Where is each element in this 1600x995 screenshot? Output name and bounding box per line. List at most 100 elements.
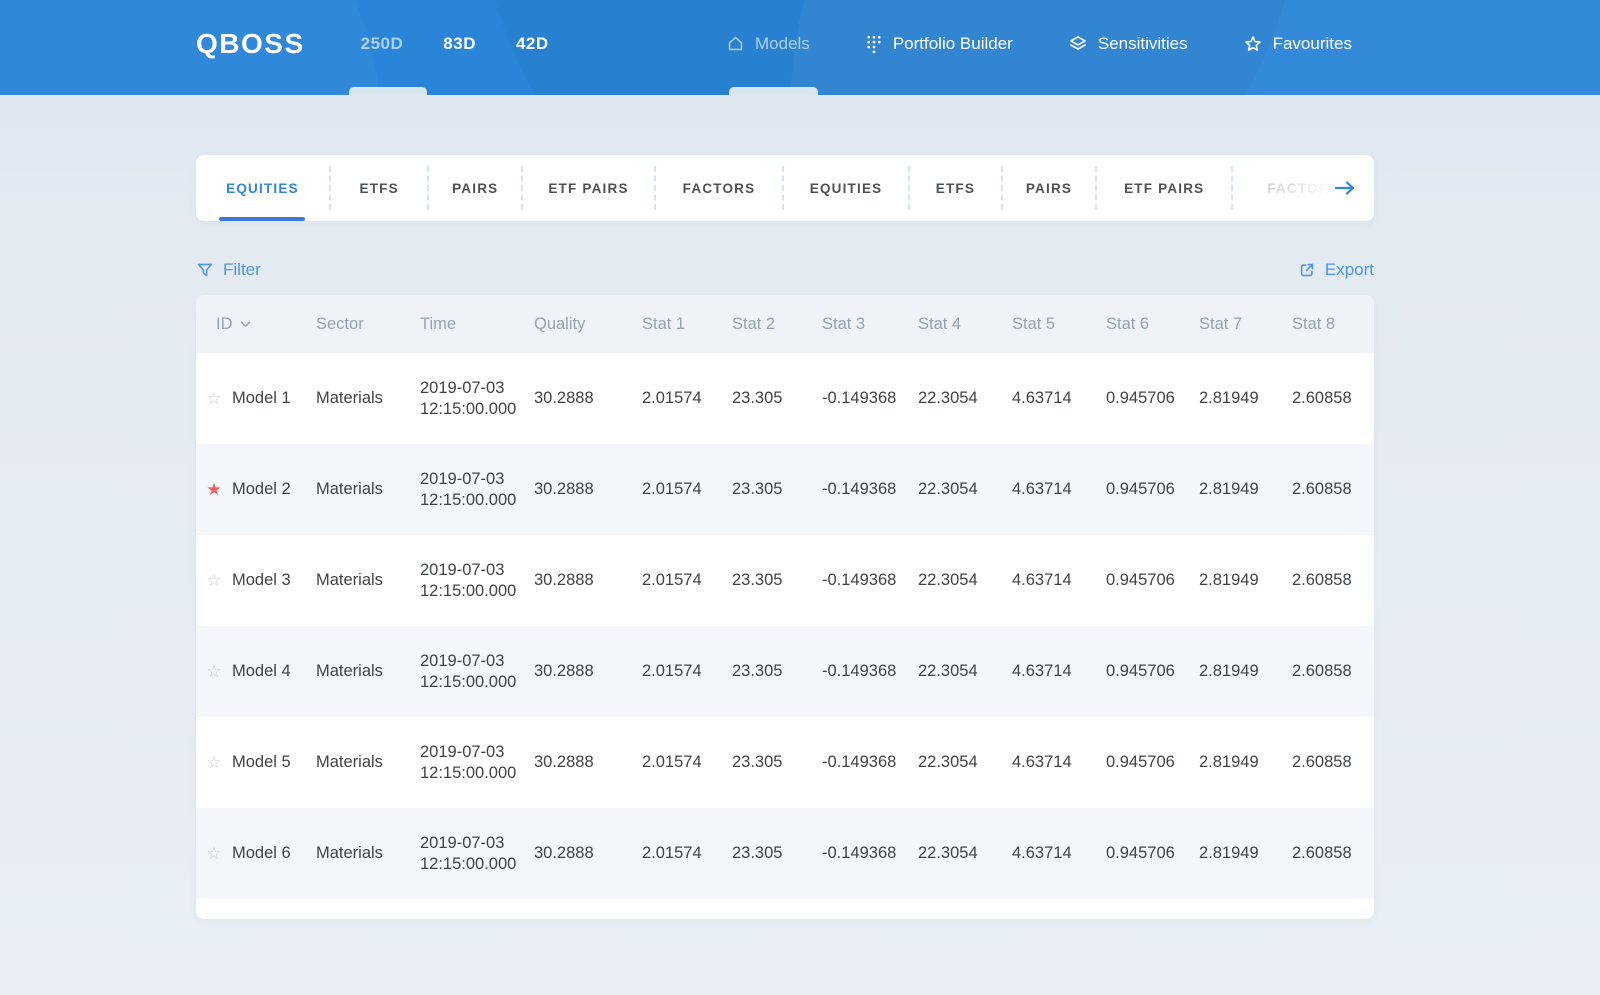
table-row[interactable]: ★ Model 2 Materials 2019-07-03 12:15:00.…	[196, 444, 1374, 535]
period-tabs: 250D 83D 42D	[361, 34, 549, 54]
table-row[interactable]: ☆ Model 4 Materials 2019-07-03 12:15:00.…	[196, 626, 1374, 717]
table-row[interactable]: ☆ Model 1 Materials 2019-07-03 12:15:00.…	[196, 353, 1374, 444]
category-tab-etfs[interactable]: ETFS	[331, 155, 428, 221]
category-tab-factors[interactable]: FACTORS	[656, 155, 782, 221]
row-stat: 22.3054	[918, 571, 1012, 590]
row-quality: 30.2888	[534, 571, 642, 590]
row-id: Model 5	[232, 753, 316, 772]
row-time: 12:15:00.000	[420, 854, 534, 875]
table-row[interactable]: ☆ Model 3 Materials 2019-07-03 12:15:00.…	[196, 535, 1374, 626]
column-header-stat2[interactable]: Stat 2	[732, 315, 822, 334]
category-tab-equities-2[interactable]: EQUITIES	[784, 155, 908, 221]
row-id: Model 3	[232, 571, 316, 590]
row-time: 12:15:00.000	[420, 581, 534, 602]
category-tab-etf-pairs[interactable]: ETF PAIRS	[523, 155, 654, 221]
row-stat: -0.149368	[822, 480, 918, 499]
row-stat: 23.305	[732, 480, 822, 499]
export-button[interactable]: Export	[1298, 260, 1374, 280]
row-stat: 4.63714	[1012, 662, 1106, 681]
row-stat: 0.945706	[1106, 753, 1199, 772]
category-tab-etf-pairs-2[interactable]: ETF PAIRS	[1097, 155, 1231, 221]
column-header-sector[interactable]: Sector	[316, 315, 420, 334]
category-tab-pairs-2[interactable]: PAIRS	[1003, 155, 1096, 221]
row-stat: -0.149368	[822, 571, 918, 590]
column-header-stat8[interactable]: Stat 8	[1292, 315, 1374, 334]
favourite-star-icon[interactable]: ☆	[206, 572, 221, 589]
nav-item-label: Favourites	[1273, 34, 1352, 54]
row-stat: 22.3054	[918, 844, 1012, 863]
category-tab-pairs[interactable]: PAIRS	[429, 155, 521, 221]
row-stat: 2.01574	[642, 389, 732, 408]
star-icon	[1243, 34, 1263, 54]
row-time: 12:15:00.000	[420, 672, 534, 693]
column-header-quality[interactable]: Quality	[534, 315, 642, 334]
row-stat: 0.945706	[1106, 844, 1199, 863]
row-stat: 0.945706	[1106, 480, 1199, 499]
row-quality: 30.2888	[534, 844, 642, 863]
dots-grid-icon	[865, 34, 883, 54]
favourite-star-icon[interactable]: ☆	[206, 754, 221, 771]
period-tab-42d[interactable]: 42D	[516, 34, 549, 54]
row-stat: 23.305	[732, 389, 822, 408]
row-quality: 30.2888	[534, 753, 642, 772]
period-tab-250d[interactable]: 250D	[361, 34, 404, 54]
nav-item-models[interactable]: Models	[726, 34, 810, 54]
row-stat: 23.305	[732, 844, 822, 863]
category-tab-equities[interactable]: EQUITIES	[196, 155, 329, 221]
row-date: 2019-07-03	[420, 833, 534, 854]
table-row[interactable]: ☆ Model 5 Materials 2019-07-03 12:15:00.…	[196, 717, 1374, 808]
favourite-star-icon[interactable]: ☆	[206, 390, 221, 407]
row-stat: 22.3054	[918, 662, 1012, 681]
row-stat: 0.945706	[1106, 571, 1199, 590]
row-id: Model 2	[232, 480, 316, 499]
filter-button[interactable]: Filter	[196, 260, 261, 280]
row-date: 2019-07-03	[420, 651, 534, 672]
column-header-stat3[interactable]: Stat 3	[822, 315, 918, 334]
favourite-star-icon[interactable]: ★	[206, 481, 221, 498]
row-stat: 2.81949	[1199, 389, 1292, 408]
row-stat: 2.60858	[1292, 753, 1374, 772]
row-sector: Materials	[316, 662, 420, 681]
row-time: 12:15:00.000	[420, 399, 534, 420]
row-date: 2019-07-03	[420, 469, 534, 490]
table-toolbar: Filter Export	[196, 245, 1374, 295]
row-stat: 4.63714	[1012, 844, 1106, 863]
column-header-stat7[interactable]: Stat 7	[1199, 315, 1292, 334]
brand-logo[interactable]: QBOSS	[196, 28, 305, 60]
tabs-scroll-right-arrow[interactable]	[1330, 177, 1360, 200]
nav-item-favourites[interactable]: Favourites	[1243, 34, 1352, 54]
row-date: 2019-07-03	[420, 742, 534, 763]
filter-icon	[196, 261, 214, 279]
column-header-stat4[interactable]: Stat 4	[918, 315, 1012, 334]
row-stat: 22.3054	[918, 389, 1012, 408]
column-header-time[interactable]: Time	[420, 315, 534, 334]
column-header-id[interactable]: ID	[196, 315, 316, 334]
row-stat: 2.01574	[642, 844, 732, 863]
row-stat: 2.60858	[1292, 662, 1374, 681]
favourite-star-icon[interactable]: ☆	[206, 663, 221, 680]
page: QBOSS 250D 83D 42D Models	[0, 0, 1600, 995]
period-tab-83d[interactable]: 83D	[443, 34, 476, 54]
row-sector: Materials	[316, 389, 420, 408]
row-stat: -0.149368	[822, 753, 918, 772]
active-period-tab-indicator	[349, 87, 427, 95]
column-header-stat5[interactable]: Stat 5	[1012, 315, 1106, 334]
favourite-star-icon[interactable]: ☆	[206, 845, 221, 862]
table-row[interactable]: ☆ Model 6 Materials 2019-07-03 12:15:00.…	[196, 808, 1374, 899]
top-navigation-bar: QBOSS 250D 83D 42D Models	[0, 0, 1600, 95]
nav-item-portfolio-builder[interactable]: Portfolio Builder	[865, 34, 1013, 54]
column-header-stat6[interactable]: Stat 6	[1106, 315, 1199, 334]
row-time: 12:15:00.000	[420, 490, 534, 511]
row-quality: 30.2888	[534, 662, 642, 681]
category-tab-etfs-2[interactable]: ETFS	[910, 155, 1001, 221]
row-stat: 2.01574	[642, 571, 732, 590]
layers-icon	[1068, 34, 1088, 54]
row-stat: 23.305	[732, 753, 822, 772]
row-sector: Materials	[316, 571, 420, 590]
column-header-stat1[interactable]: Stat 1	[642, 315, 732, 334]
nav-item-sensitivities[interactable]: Sensitivities	[1068, 34, 1188, 54]
row-stat: 4.63714	[1012, 480, 1106, 499]
sort-chevron-down-icon	[240, 321, 251, 328]
row-stat: 2.60858	[1292, 844, 1374, 863]
row-time: 12:15:00.000	[420, 763, 534, 784]
